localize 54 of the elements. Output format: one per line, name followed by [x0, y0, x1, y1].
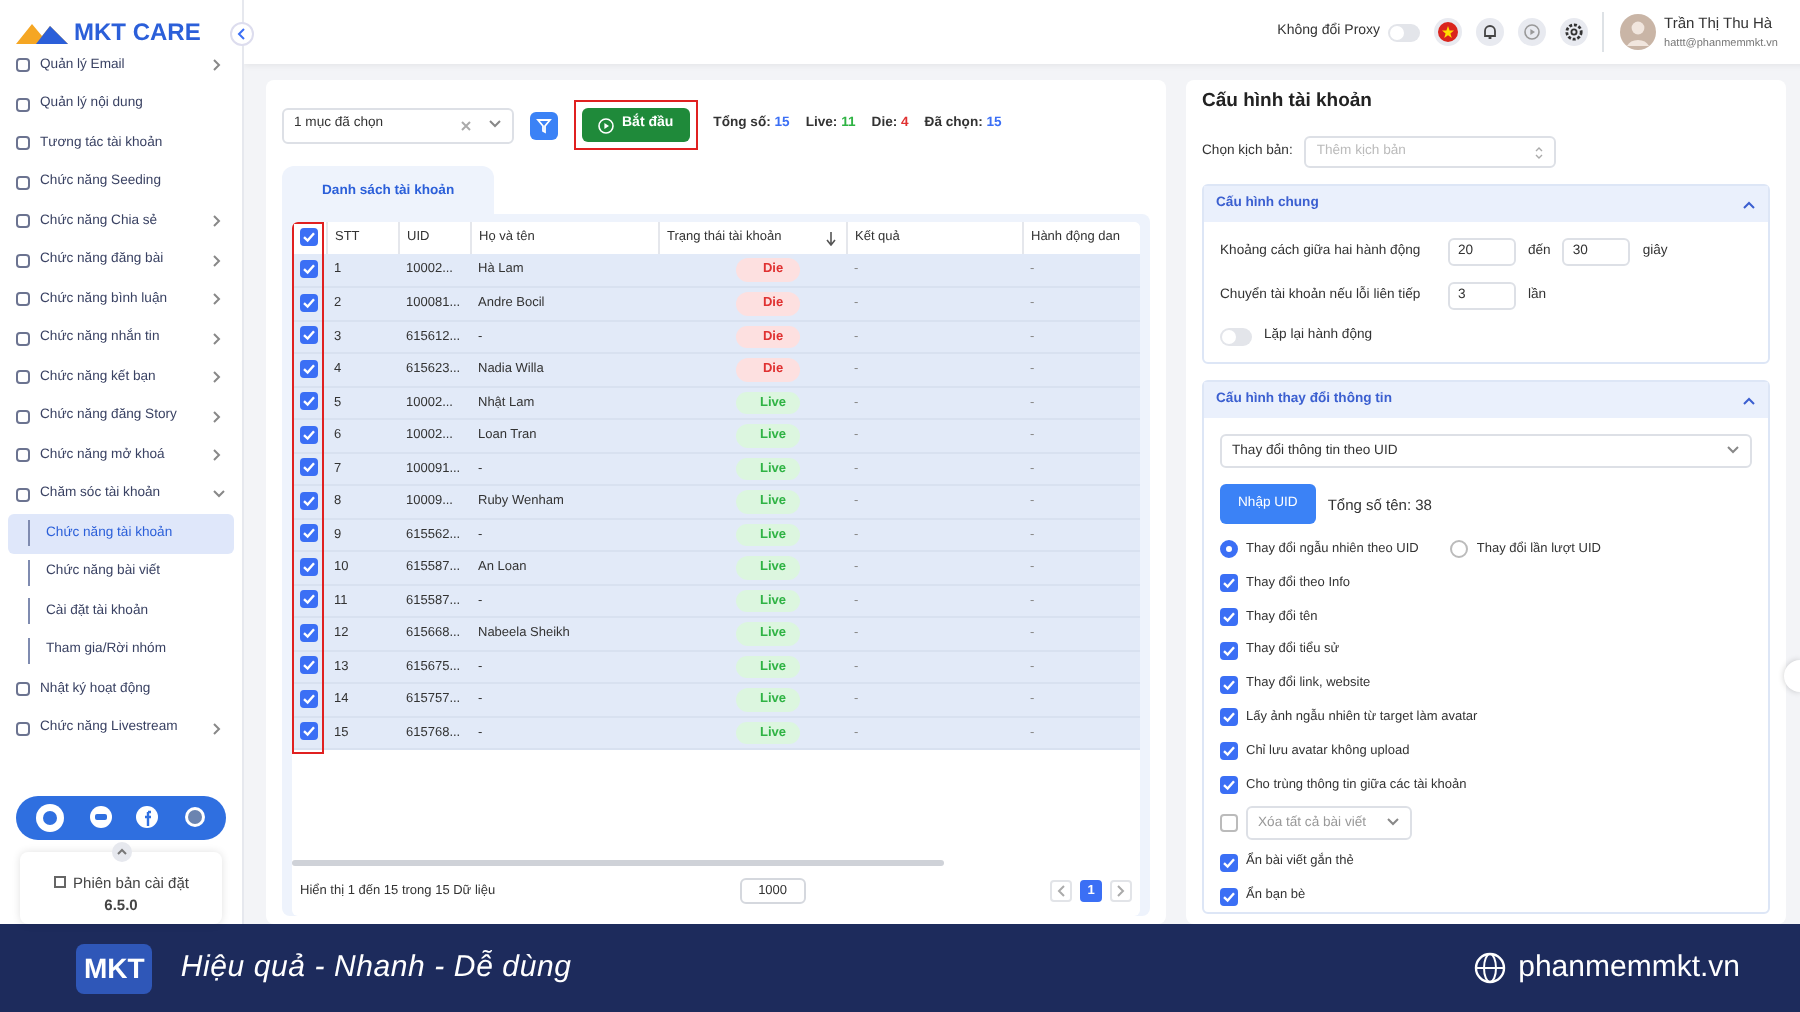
checkbox[interactable]	[300, 557, 318, 576]
facebook-icon[interactable]	[136, 806, 159, 828]
checkbox[interactable]	[300, 722, 318, 741]
checkbox[interactable]	[300, 590, 318, 609]
checkbox[interactable]	[300, 458, 318, 477]
collapse-icon[interactable]	[230, 22, 254, 46]
clear-icon[interactable]	[460, 119, 472, 131]
checkbox[interactable]	[1220, 853, 1238, 872]
checkbox[interactable]	[1220, 887, 1238, 905]
radio-button[interactable]	[1220, 540, 1238, 559]
website-text: phanmemmkt.vn	[1518, 947, 1740, 988]
checkbox[interactable]	[1220, 708, 1238, 727]
settings-icon[interactable]	[1560, 18, 1589, 46]
checkbox[interactable]	[1220, 641, 1238, 660]
repeat-toggle[interactable]	[1220, 327, 1252, 346]
checkbox[interactable]	[300, 392, 318, 411]
checkbox[interactable]	[1220, 742, 1238, 761]
checkbox[interactable]	[1220, 675, 1238, 694]
chevron-down-icon	[1386, 816, 1401, 831]
sort-arrow-icon[interactable]	[825, 232, 835, 247]
filter-button[interactable]	[530, 111, 558, 139]
checkbox[interactable]	[300, 326, 318, 345]
checkbox[interactable]	[300, 524, 318, 543]
chevron-right-icon	[1116, 884, 1126, 898]
chevron-up-icon[interactable]	[111, 841, 131, 861]
checkbox[interactable]	[300, 359, 318, 378]
banner-logo: MKT	[76, 943, 153, 993]
checkbox[interactable]	[1220, 574, 1238, 593]
checkbox[interactable]	[300, 293, 318, 312]
checkbox[interactable]	[300, 623, 318, 642]
checkbox[interactable]	[1220, 814, 1238, 833]
checkbox[interactable]	[1220, 775, 1238, 794]
checkbox[interactable]	[300, 228, 318, 247]
chevron-left-icon	[1056, 884, 1066, 898]
proxy-toggle[interactable]	[1388, 23, 1421, 41]
updown-icon	[1534, 145, 1545, 160]
checkbox[interactable]	[300, 689, 318, 708]
checkbox[interactable]	[1220, 607, 1238, 626]
chevron-down-icon[interactable]	[488, 118, 502, 132]
play-icon[interactable]	[1518, 18, 1547, 46]
logo-text: MKT CARE	[74, 16, 201, 50]
chevron-down-icon	[1726, 444, 1740, 459]
checkbox[interactable]	[300, 491, 318, 510]
slogan: Hiệu quả - Nhanh - Dễ dùng	[180, 947, 572, 988]
checkbox[interactable]	[300, 425, 318, 444]
radio-button[interactable]	[1450, 540, 1469, 559]
checkbox[interactable]	[300, 260, 318, 279]
filter-icon	[536, 117, 552, 133]
mountain-logo-icon	[16, 20, 68, 44]
panel-title: Cấu hình tài khoản	[1202, 88, 1374, 116]
bell-icon[interactable]	[1476, 18, 1505, 46]
flag-icon[interactable]	[1434, 18, 1463, 46]
checkbox[interactable]	[300, 656, 318, 675]
play-circle-icon	[598, 117, 614, 133]
